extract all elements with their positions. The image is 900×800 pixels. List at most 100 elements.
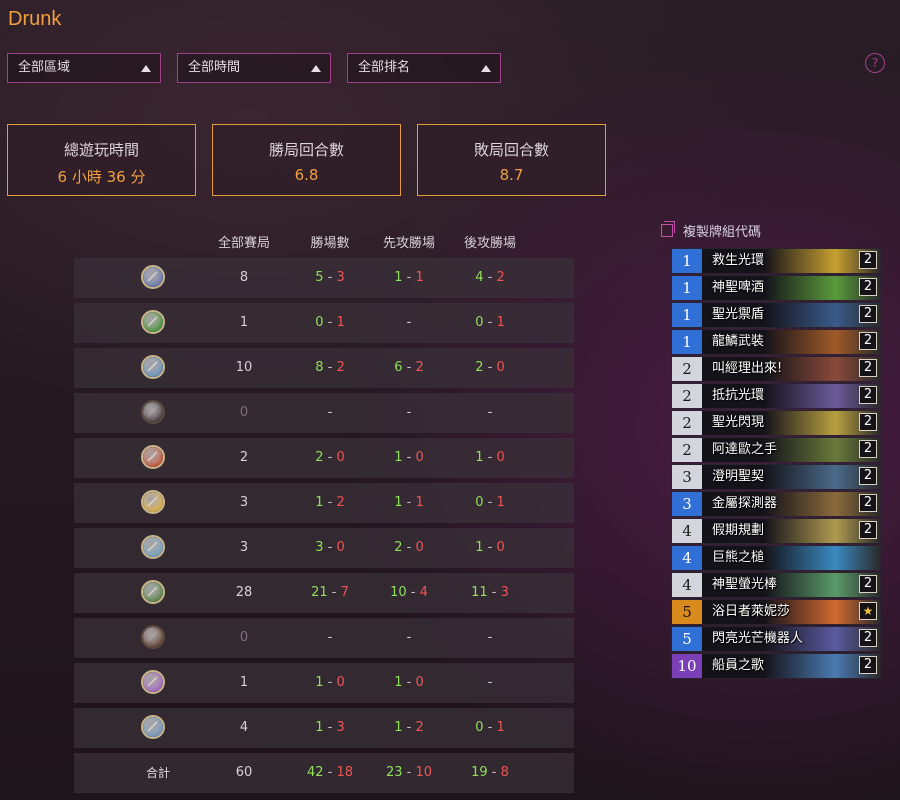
deck-card[interactable]: 1 聖光禦盾 2 xyxy=(671,302,881,328)
card-cost: 1 xyxy=(672,303,702,327)
loss-count: 4 xyxy=(419,585,428,600)
total-label: 合計 xyxy=(145,766,170,780)
druid-class-icon xyxy=(141,625,165,649)
table-row[interactable]: 10 8 - 26 - 22 - 0 xyxy=(74,348,574,388)
record-cell: 5 - 3 xyxy=(290,258,370,298)
win-count: 1 xyxy=(394,720,403,735)
card-count: 2 xyxy=(859,278,877,296)
separator: - xyxy=(327,315,333,330)
separator: - xyxy=(406,675,412,690)
deck-card[interactable]: 2 叫經理出來! 2 xyxy=(671,356,881,382)
separator: - xyxy=(487,540,493,555)
separator: - xyxy=(406,495,412,510)
separator: - xyxy=(406,270,412,285)
record-cell: - xyxy=(369,303,449,343)
record-cell: - xyxy=(369,393,449,433)
table-row[interactable]: 31 - 21 - 10 - 1 xyxy=(74,483,574,523)
stat-value: 8.7 xyxy=(499,166,524,184)
record-cell: 4 - 2 xyxy=(450,258,530,298)
record-cell: - xyxy=(290,618,370,658)
filter-dropdown-0[interactable]: 全部區域 xyxy=(7,53,161,83)
deck-card[interactable]: 5 浴日者萊妮莎 ★ xyxy=(671,599,881,625)
win-count: 2 xyxy=(475,360,484,375)
card-name: 聖光禦盾 xyxy=(712,307,765,322)
loss-count: 0 xyxy=(496,360,505,375)
card-name: 聖光閃現 xyxy=(712,415,765,430)
filter-dropdown-2[interactable]: 全部排名 xyxy=(347,53,501,83)
deck-card[interactable]: 4 神聖螢光棒 2 xyxy=(671,572,881,598)
win-count: 19 xyxy=(471,765,488,780)
copy-icon xyxy=(661,221,675,237)
record-cell: - xyxy=(450,663,530,703)
card-count: 2 xyxy=(859,359,877,377)
deck-card[interactable]: 1 神聖啤酒 2 xyxy=(671,275,881,301)
table-row[interactable]: 41 - 31 - 20 - 1 xyxy=(74,708,574,748)
deck-card[interactable]: 2 抵抗光環 2 xyxy=(671,383,881,409)
card-name: 浴日者萊妮莎 xyxy=(712,604,791,619)
table-row[interactable]: 33 - 02 - 01 - 0 xyxy=(74,528,574,568)
loss-count: 0 xyxy=(336,540,345,555)
column-header: 勝場數 xyxy=(310,236,350,251)
win-count: 0 xyxy=(315,315,324,330)
loss-count: 1 xyxy=(496,495,505,510)
total-row: 合計 60 42 - 18 23 - 10 19 - 8 xyxy=(74,753,574,793)
deck-card[interactable]: 2 阿達歐之手 2 xyxy=(671,437,881,463)
table-row[interactable]: 85 - 31 - 14 - 2 xyxy=(74,258,574,298)
table-row[interactable]: 0 - - - xyxy=(74,618,574,658)
games-count: 3 xyxy=(239,540,249,555)
card-cost: 2 xyxy=(672,357,702,381)
card-count: 2 xyxy=(859,575,877,593)
loss-count: 0 xyxy=(496,540,505,555)
deck-card[interactable]: 1 救生光環 2 xyxy=(671,248,881,274)
record-cell: 1 - 1 xyxy=(369,258,449,298)
win-count: 11 xyxy=(471,585,488,600)
loss-count: 0 xyxy=(336,675,345,690)
games-count: 60 xyxy=(235,765,253,780)
loss-count: 8 xyxy=(500,765,509,780)
deck-card[interactable]: 4 假期規劃 2 xyxy=(671,518,881,544)
games-count: 4 xyxy=(239,720,249,735)
win-count: 42 xyxy=(306,765,324,780)
separator: - xyxy=(327,495,333,510)
deck-card[interactable]: 3 金屬探測器 2 xyxy=(671,491,881,517)
win-count: 1 xyxy=(315,720,324,735)
separator: - xyxy=(491,585,497,600)
filter-dropdown-1[interactable]: 全部時間 xyxy=(177,53,331,83)
card-name: 船員之歌 xyxy=(712,658,765,673)
separator: - xyxy=(487,315,493,330)
separator: - xyxy=(331,585,337,600)
table-row[interactable]: 11 - 01 - 0- xyxy=(74,663,574,703)
table-row[interactable]: 28 21 - 7 10 - 4 11 - 3 xyxy=(74,573,574,613)
separator: - xyxy=(327,675,333,690)
record-cell: 3 - 0 xyxy=(290,528,370,568)
card-cost: 1 xyxy=(672,276,702,300)
record-cell: 8 - 2 xyxy=(290,348,370,388)
help-icon[interactable]: ? xyxy=(865,53,885,73)
record-cell: 0 - 1 xyxy=(450,708,530,748)
separator: - xyxy=(406,360,412,375)
table-row[interactable]: 22 - 01 - 01 - 0 xyxy=(74,438,574,478)
column-header: 先攻勝場 xyxy=(382,236,435,251)
deck-card[interactable]: 2 聖光閃現 2 xyxy=(671,410,881,436)
card-count: 2 xyxy=(859,413,877,431)
record-cell: 1 - 2 xyxy=(290,483,370,523)
deck-card[interactable]: 4 巨熊之槌 xyxy=(671,545,881,571)
deck-card[interactable]: 1 龍鱗武裝 2 xyxy=(671,329,881,355)
games-count: 0 xyxy=(239,630,249,645)
deck-card[interactable]: 3 澄明聖契 2 xyxy=(671,464,881,490)
record-cell: 1 - 0 xyxy=(290,663,370,703)
deck-card[interactable]: 5 閃亮光芒機器人 2 xyxy=(671,626,881,652)
table-row[interactable]: 10 - 1-0 - 1 xyxy=(74,303,574,343)
loss-count: 3 xyxy=(500,585,509,600)
card-count: 2 xyxy=(859,305,877,323)
separator: - xyxy=(327,270,333,285)
card-name: 神聖啤酒 xyxy=(712,280,765,295)
card-cost: 3 xyxy=(672,465,702,489)
shaman-class-icon xyxy=(141,355,165,379)
deck-card[interactable]: 10 船員之歌 2 xyxy=(671,653,881,679)
card-cost: 3 xyxy=(672,492,702,516)
record-cell: 1 - 1 xyxy=(369,483,449,523)
table-row[interactable]: 0 - - - xyxy=(74,393,574,433)
copy-deck-code-button[interactable]: 複製牌組代碼 xyxy=(661,221,761,240)
card-count: 2 xyxy=(859,629,877,647)
